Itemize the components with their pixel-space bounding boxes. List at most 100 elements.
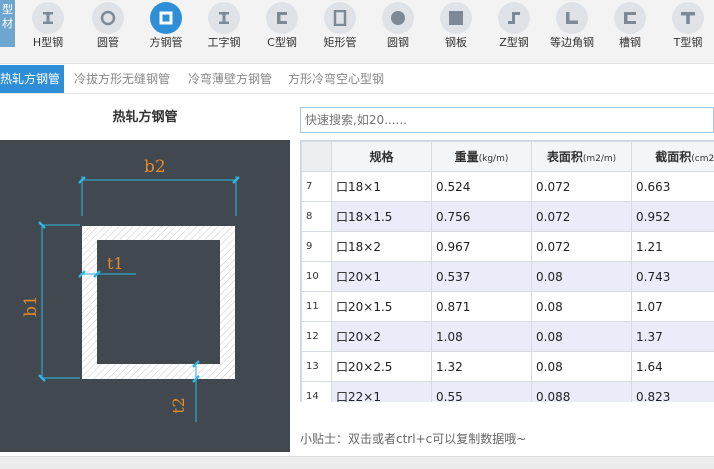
table-row[interactable]: 14 口22×1 0.55 0.088 0.823: [301, 381, 714, 402]
cell-section[interactable]: 1.64: [631, 351, 714, 382]
cell-surface[interactable]: 0.08: [531, 261, 632, 292]
tool-label: T型钢: [673, 36, 703, 49]
table-header-row: 规格 重量(kg/m) 表面积(m2/m) 截面积(cm2): [301, 141, 714, 172]
tool-2[interactable]: 方钢管: [138, 0, 196, 64]
tool-0[interactable]: H型钢: [20, 0, 78, 64]
cell-idx: 8: [301, 201, 332, 232]
cross-section-diagram: b2 b1 t1 t2: [0, 140, 290, 452]
channel-icon: [614, 2, 646, 34]
subtab-cold-formed-hollow[interactable]: 方形冷弯空心型钢: [288, 65, 384, 93]
cell-surface[interactable]: 0.08: [531, 321, 632, 352]
cell-weight[interactable]: 0.524: [431, 171, 532, 202]
subtab-cold-drawn-seamless[interactable]: 冷拔方形无缝钢管: [74, 65, 170, 93]
header-surface-unit: (m2/m): [582, 154, 617, 164]
subtab-hot-rolled[interactable]: 热轧方钢管: [0, 65, 65, 93]
tube-outline: [82, 226, 235, 379]
header-surface-label: 表面积: [546, 150, 583, 164]
cell-weight[interactable]: 0.537: [431, 261, 532, 292]
header-section-label: 截面积: [655, 150, 692, 164]
cell-weight[interactable]: 0.871: [431, 291, 532, 322]
dim-label-t2: t2: [168, 397, 188, 414]
cell-spec[interactable]: 口22×1: [331, 381, 432, 402]
table-row[interactable]: 13 口20×2.5 1.32 0.08 1.64: [301, 351, 714, 382]
cell-idx: 10: [301, 261, 332, 292]
tool-6[interactable]: 圆钢: [370, 0, 428, 64]
cell-spec[interactable]: 口20×2.5: [331, 351, 432, 382]
cell-weight[interactable]: 1.08: [431, 321, 532, 352]
c-channel-icon: [266, 2, 298, 34]
table-row[interactable]: 7 口18×1 0.524 0.072 0.663: [301, 171, 714, 202]
cell-idx: 13: [301, 351, 332, 382]
cell-weight[interactable]: 0.55: [431, 381, 532, 402]
table-row[interactable]: 9 口18×2 0.967 0.072 1.21: [301, 231, 714, 262]
cell-idx: 12: [301, 321, 332, 352]
tool-label: 钢板: [445, 36, 467, 49]
cell-surface[interactable]: 0.072: [531, 201, 632, 232]
cell-weight[interactable]: 0.967: [431, 231, 532, 262]
header-weight[interactable]: 重量(kg/m): [431, 141, 532, 172]
ring-icon: [92, 2, 124, 34]
header-section-area[interactable]: 截面积(cm2): [631, 141, 714, 172]
dim-label-b2: b2: [144, 157, 166, 177]
cell-section[interactable]: 0.743: [631, 261, 714, 292]
table-row[interactable]: 11 口20×1.5 0.871 0.08 1.07: [301, 291, 714, 322]
tool-11[interactable]: T型钢: [660, 0, 714, 64]
cell-spec[interactable]: 口18×2: [331, 231, 432, 262]
tool-label: C型钢: [267, 36, 297, 49]
cell-idx: 9: [301, 231, 332, 262]
tool-label: 方钢管: [149, 36, 183, 49]
plate-icon: [440, 2, 472, 34]
cell-spec[interactable]: 口18×1: [331, 171, 432, 202]
cell-spec[interactable]: 口18×1.5: [331, 201, 432, 232]
tool-label: 工字钢: [207, 36, 241, 49]
cell-idx: 14: [301, 381, 332, 402]
header-spec[interactable]: 规格: [331, 141, 432, 172]
tool-label: 圆管: [97, 36, 119, 49]
cell-section[interactable]: 1.37: [631, 321, 714, 352]
tool-1[interactable]: 圆管: [80, 0, 138, 64]
cell-surface[interactable]: 0.08: [531, 291, 632, 322]
app-logo: 型材: [0, 0, 15, 47]
i-beam-icon: [32, 2, 64, 34]
tool-9[interactable]: 等边角钢: [544, 0, 602, 64]
status-bar: [0, 456, 714, 469]
search-input[interactable]: [300, 107, 714, 133]
cell-section[interactable]: 0.952: [631, 201, 714, 232]
tool-label: 矩形管: [323, 36, 357, 49]
cell-section[interactable]: 1.21: [631, 231, 714, 262]
header-index: [301, 141, 332, 172]
dim-label-t1: t1: [107, 254, 124, 273]
tool-4[interactable]: C型钢: [254, 0, 312, 64]
dim-label-b1: b1: [20, 295, 41, 317]
table-row[interactable]: 10 口20×1 0.537 0.08 0.743: [301, 261, 714, 292]
cell-surface[interactable]: 0.072: [531, 171, 632, 202]
cell-surface[interactable]: 0.088: [531, 381, 632, 402]
i-beam-icon: [208, 2, 240, 34]
cell-spec[interactable]: 口20×1: [331, 261, 432, 292]
angle-icon: [556, 2, 588, 34]
tool-3[interactable]: 工字钢: [196, 0, 254, 64]
table-row[interactable]: 12 口20×2 1.08 0.08 1.37: [301, 321, 714, 352]
tool-label: H型钢: [32, 36, 64, 49]
cell-section[interactable]: 0.823: [631, 381, 714, 402]
cell-weight[interactable]: 1.32: [431, 351, 532, 382]
table-row[interactable]: 8 口18×1.5 0.756 0.072 0.952: [301, 201, 714, 232]
cell-section[interactable]: 0.663: [631, 171, 714, 202]
header-section-unit: (cm2): [691, 154, 714, 164]
cell-spec[interactable]: 口20×2: [331, 321, 432, 352]
t-section-icon: [672, 2, 704, 34]
tool-5[interactable]: 矩形管: [312, 0, 370, 64]
subtab-cold-bent-thin-wall[interactable]: 冷弯薄壁方钢管: [188, 65, 272, 93]
cell-spec[interactable]: 口20×1.5: [331, 291, 432, 322]
subtab-bar: 热轧方钢管 冷拔方形无缝钢管 冷弯薄壁方钢管 方形冷弯空心型钢: [0, 65, 714, 94]
header-surface-area[interactable]: 表面积(m2/m): [531, 141, 632, 172]
cell-section[interactable]: 1.07: [631, 291, 714, 322]
tool-10[interactable]: 槽钢: [602, 0, 660, 64]
tool-8[interactable]: Z型钢: [486, 0, 544, 64]
cell-surface[interactable]: 0.08: [531, 351, 632, 382]
cell-idx: 7: [301, 171, 332, 202]
spec-table: 规格 重量(kg/m) 表面积(m2/m) 截面积(cm2) 7口18×10.5…: [300, 140, 714, 402]
cell-surface[interactable]: 0.072: [531, 231, 632, 262]
tool-7[interactable]: 钢板: [428, 0, 486, 64]
cell-weight[interactable]: 0.756: [431, 201, 532, 232]
